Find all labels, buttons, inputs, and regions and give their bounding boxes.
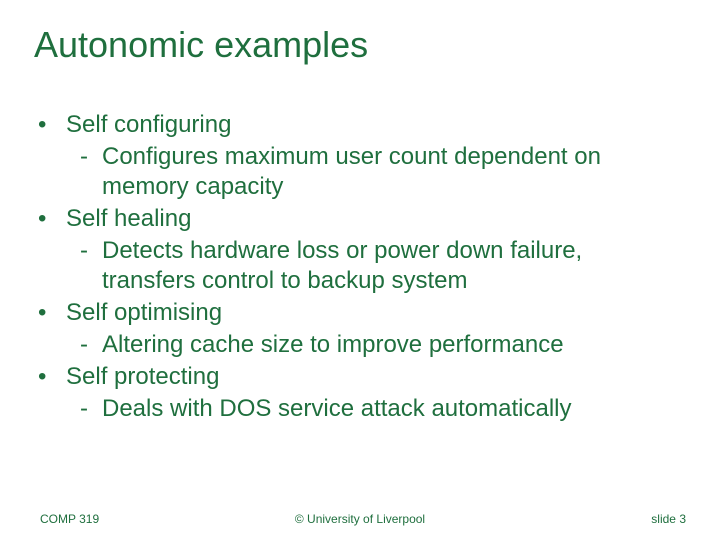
bullet-item: • Self healing xyxy=(34,204,670,234)
sub-item: - Configures maximum user count dependen… xyxy=(80,142,670,202)
footer-slide-prefix: slide xyxy=(651,512,679,526)
bullet-icon: • xyxy=(34,298,66,328)
bullet-icon: • xyxy=(34,110,66,140)
bullet-item: • Self configuring xyxy=(34,110,670,140)
sub-text: Configures maximum user count dependent … xyxy=(102,142,670,202)
footer-slide-num: 3 xyxy=(679,512,686,526)
sub-item: - Altering cache size to improve perform… xyxy=(80,330,670,360)
sub-item: - Deals with DOS service attack automati… xyxy=(80,394,670,424)
footer-copyright: © University of Liverpool xyxy=(0,512,720,526)
slide: Autonomic examples • Self configuring - … xyxy=(0,0,720,540)
dash-icon: - xyxy=(80,142,102,202)
bullet-icon: • xyxy=(34,362,66,392)
sub-text: Altering cache size to improve performan… xyxy=(102,330,670,360)
bullet-item: • Self protecting xyxy=(34,362,670,392)
slide-body: • Self configuring - Configures maximum … xyxy=(34,110,670,426)
bullet-text: Self protecting xyxy=(66,362,670,392)
bullet-text: Self optimising xyxy=(66,298,670,328)
footer-slide-number: slide 3 xyxy=(651,512,686,526)
dash-icon: - xyxy=(80,394,102,424)
bullet-icon: • xyxy=(34,204,66,234)
bullet-item: • Self optimising xyxy=(34,298,670,328)
slide-title: Autonomic examples xyxy=(34,24,368,66)
dash-icon: - xyxy=(80,236,102,296)
bullet-text: Self configuring xyxy=(66,110,670,140)
dash-icon: - xyxy=(80,330,102,360)
bullet-text: Self healing xyxy=(66,204,670,234)
sub-text: Detects hardware loss or power down fail… xyxy=(102,236,670,296)
sub-item: - Detects hardware loss or power down fa… xyxy=(80,236,670,296)
sub-text: Deals with DOS service attack automatica… xyxy=(102,394,670,424)
